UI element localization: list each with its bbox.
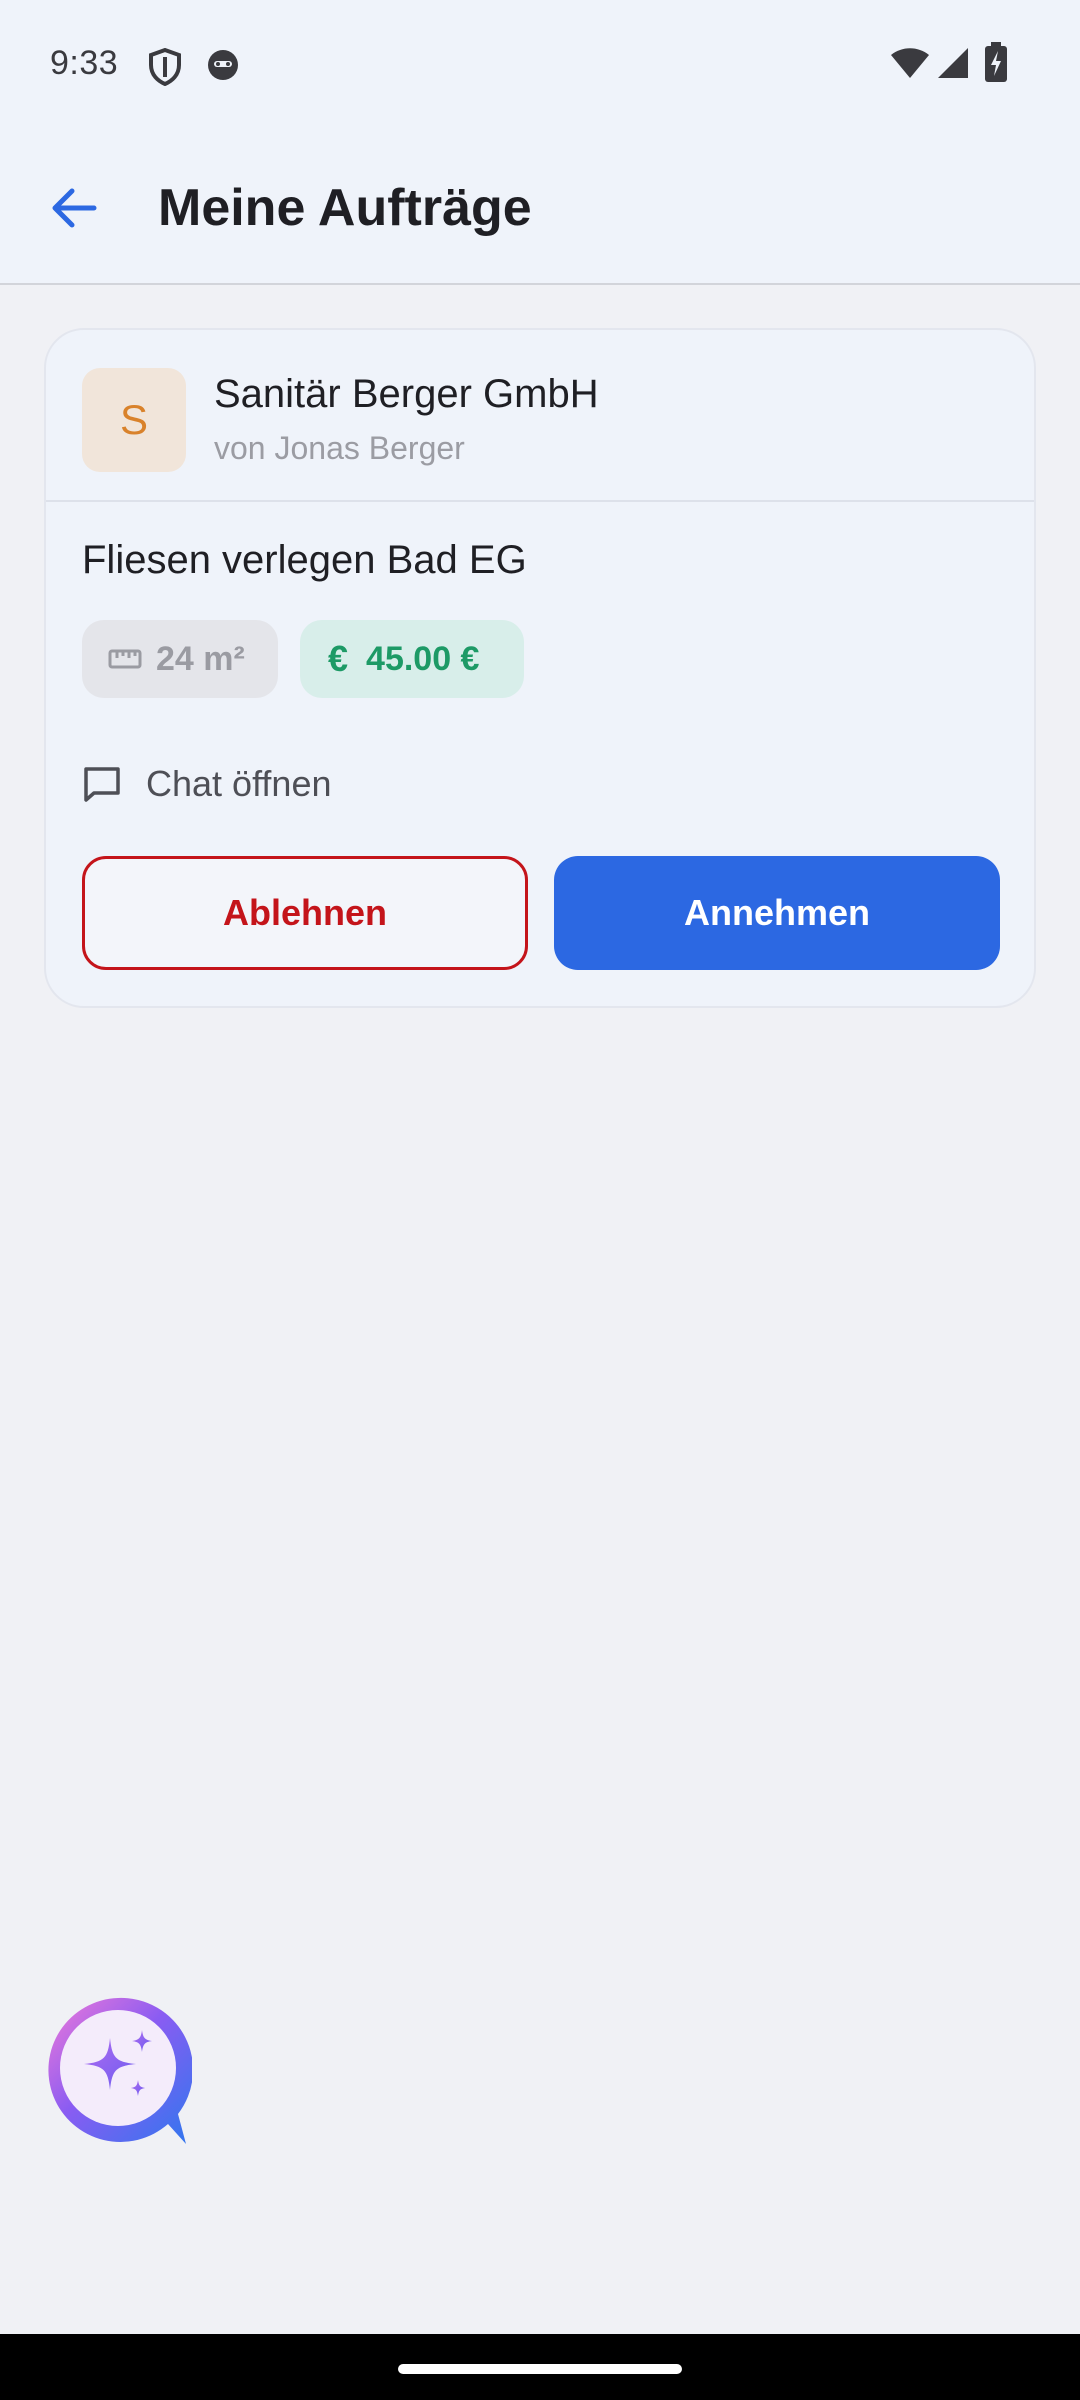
arrow-left-icon [52, 188, 97, 228]
cat-face-icon [208, 50, 238, 80]
accept-button[interactable]: Annehmen [554, 856, 1000, 970]
assistant-button[interactable] [44, 1996, 194, 2148]
card-header: S Sanitär Berger GmbH von Jonas Berger [46, 330, 1034, 502]
signal-icon [938, 48, 968, 78]
wifi-icon [891, 48, 929, 78]
home-gesture-handle[interactable] [398, 2364, 682, 2374]
area-label: 24 m² [156, 639, 245, 678]
order-card: S Sanitär Berger GmbH von Jonas Berger F… [44, 328, 1036, 1008]
back-button[interactable] [34, 168, 114, 248]
company-name: Sanitär Berger GmbH [214, 372, 599, 416]
sparkle-assistant-icon [48, 1997, 194, 2144]
ruler-icon [108, 649, 142, 669]
chat-bubble-icon [82, 765, 122, 803]
status-bar: 9:33 [0, 0, 1080, 130]
price-chip: € 45.00 € [300, 620, 524, 698]
shield-icon [149, 48, 181, 86]
avatar: S [82, 368, 186, 472]
job-title: Fliesen verlegen Bad EG [82, 538, 527, 582]
euro-icon: € [328, 638, 349, 679]
area-chip: 24 m² [82, 620, 278, 698]
system-nav-bar [0, 2334, 1080, 2400]
reject-button[interactable]: Ablehnen [82, 856, 528, 970]
status-time: 9:33 [50, 44, 119, 82]
chat-link-label: Chat öffnen [146, 763, 332, 804]
battery-charging-icon [985, 42, 1007, 82]
open-chat-link[interactable]: Chat öffnen [82, 754, 331, 814]
price-label: 45.00 € [366, 639, 480, 678]
app-bar: Meine Aufträge [0, 130, 1080, 285]
company-contact: von Jonas Berger [214, 430, 465, 466]
page-title: Meine Aufträge [158, 179, 532, 237]
